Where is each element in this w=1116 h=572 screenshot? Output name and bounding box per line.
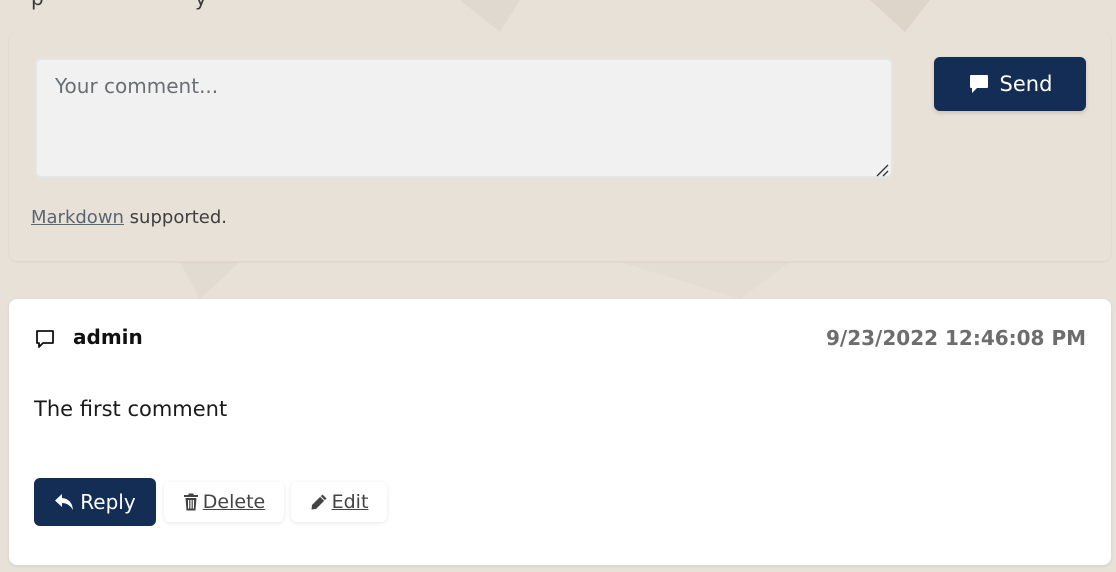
comment-solid-icon [969,75,988,93]
comment-outline-icon [36,330,54,348]
pencil-icon [311,494,327,510]
delete-button-label: Delete [202,491,266,513]
comment-input[interactable] [35,58,893,178]
comment-compose-card: Send Markdown supported. [9,32,1111,261]
reply-button[interactable]: Reply [34,478,156,526]
markdown-suffix: supported. [123,207,228,228]
markdown-link[interactable]: Markdown [31,207,124,228]
resize-grip-icon[interactable] [875,163,889,177]
reply-arrow-icon [55,494,74,510]
truncated-previous-text: p y [31,0,207,10]
edit-button[interactable]: Edit [291,482,387,522]
comment-body: The first comment [34,397,228,421]
send-button[interactable]: Send [934,57,1086,111]
trash-icon [183,493,198,511]
markdown-note: Markdown supported. [31,207,227,228]
reply-button-label: Reply [80,490,136,514]
send-button-label: Send [999,72,1053,96]
delete-button[interactable]: Delete [164,482,284,522]
comment-author: admin [73,325,143,349]
comment-card: admin 9/23/2022 12:46:08 PM The first co… [9,299,1111,565]
comment-timestamp: 9/23/2022 12:46:08 PM [826,326,1086,350]
edit-button-label: Edit [331,491,369,513]
